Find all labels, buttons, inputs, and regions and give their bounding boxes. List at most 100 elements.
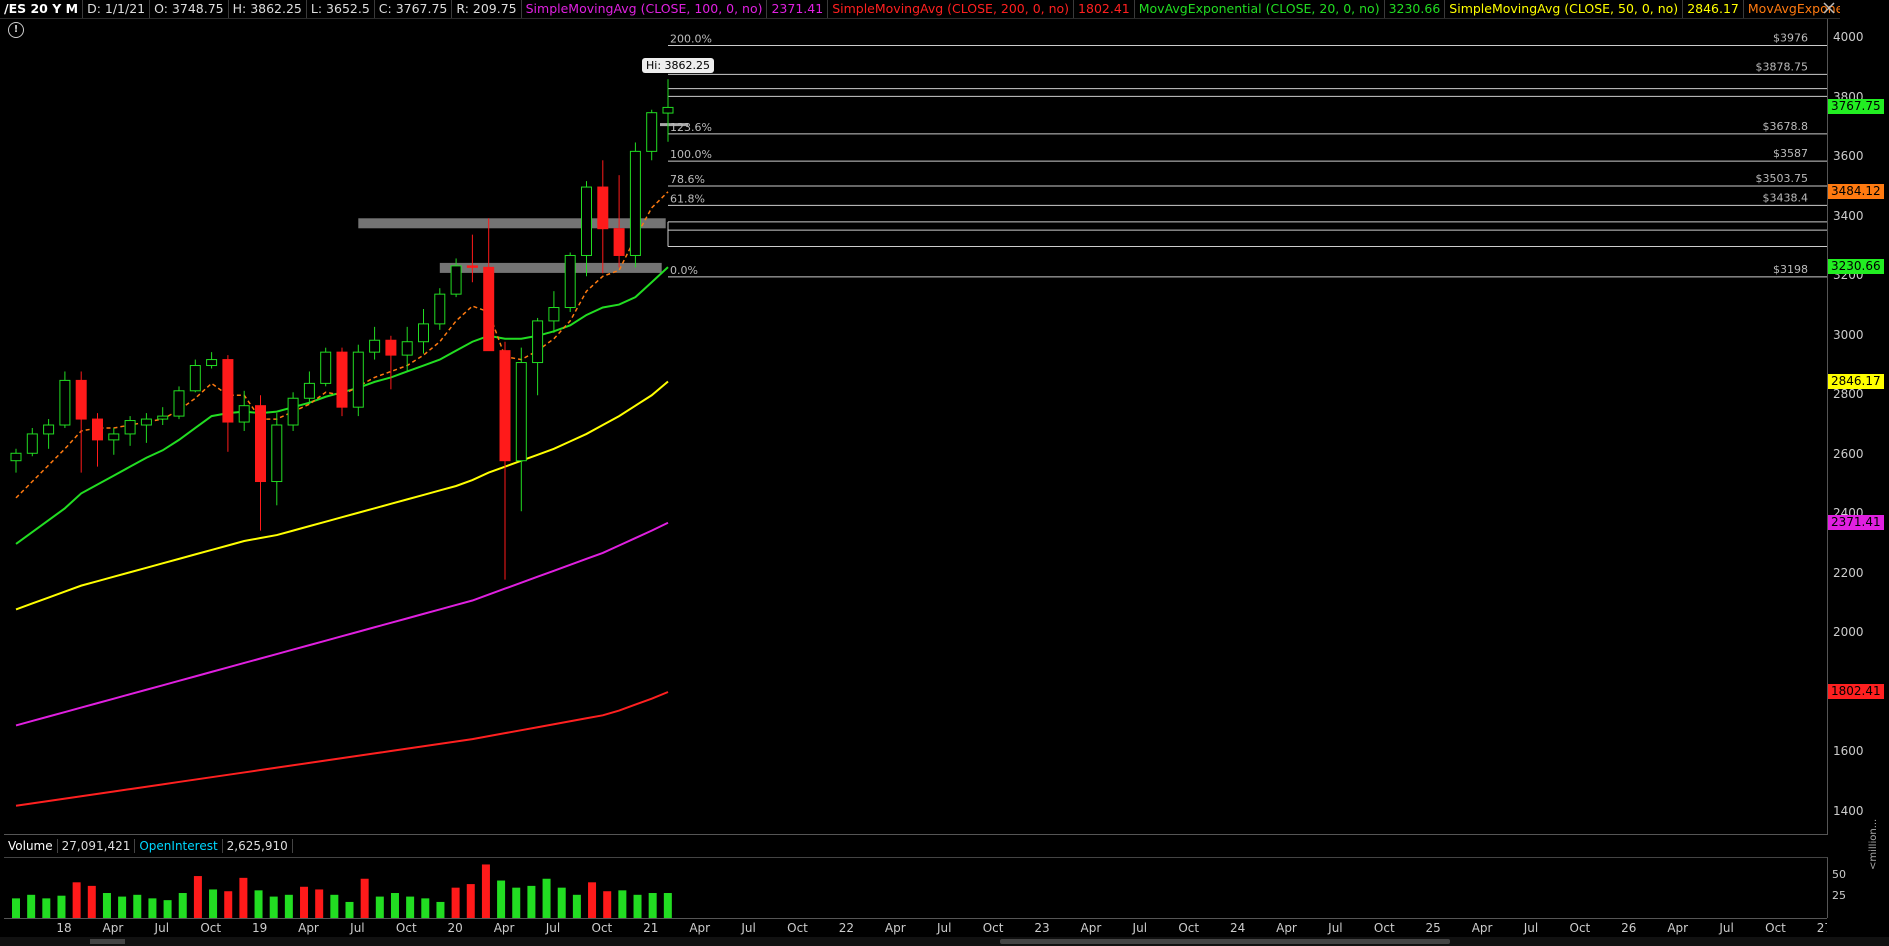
x-axis-tick: 18 xyxy=(56,921,71,935)
volume-bar xyxy=(603,891,612,918)
x-axis-tick: Jul xyxy=(1718,921,1733,935)
fib-percent-label: 123.6% xyxy=(670,121,712,134)
x-axis-tick: Apr xyxy=(885,921,906,935)
x-axis-tick: Jul xyxy=(349,921,364,935)
candle-body xyxy=(43,424,55,435)
x-axis-tick: Jul xyxy=(1327,921,1342,935)
volume-bar xyxy=(466,884,475,918)
fib-price-label: $3976 xyxy=(1773,31,1808,44)
volume-bar xyxy=(209,889,218,918)
x-axis-tick: Apr xyxy=(1276,921,1297,935)
price-chart[interactable]: 200.0% $3976 $3878.75 123.6% $3678.8 100.0% $3… xyxy=(4,19,1827,834)
y-axis-tick: 2800 xyxy=(1833,387,1864,402)
candle-body xyxy=(662,106,674,114)
x-axis-tick: Apr xyxy=(494,921,515,935)
fib-price-label: $3503.75 xyxy=(1756,172,1809,185)
candle-body xyxy=(450,265,462,295)
candle-body xyxy=(189,365,201,392)
volume-bar xyxy=(406,896,415,918)
price-panel[interactable]: 200.0% $3976 $3878.75 123.6% $3678.8 100.0% $3… xyxy=(4,19,1828,835)
candle-body xyxy=(140,418,152,426)
y-axis-tick: 2200 xyxy=(1833,565,1864,580)
candle-body xyxy=(206,359,218,367)
x-axis-tick: Oct xyxy=(1765,921,1786,935)
volume-axis-unit: <million... xyxy=(1868,818,1879,870)
candle-body xyxy=(287,397,299,426)
openinterest-label[interactable]: OpenInterest xyxy=(135,839,223,853)
volume-bar xyxy=(269,896,278,918)
candle-body xyxy=(581,186,592,256)
x-axis-tick: Apr xyxy=(1081,921,1102,935)
volume-label[interactable]: Volume xyxy=(4,839,58,853)
volume-value: 27,091,421 xyxy=(58,839,136,853)
volume-bar xyxy=(345,901,354,918)
horizontal-scrollbar[interactable] xyxy=(0,937,1889,946)
candle-body xyxy=(613,228,625,256)
volume-bar xyxy=(118,896,127,918)
low-readout: L: 3652.5 xyxy=(307,0,375,18)
chart-header: /ES 20 Y M D: 1/1/21 O: 3748.75 H: 3862.… xyxy=(0,0,1840,19)
fib-price-label: $3878.75 xyxy=(1756,60,1809,73)
candle-body xyxy=(515,362,527,462)
volume-axis-tick-25: 25 xyxy=(1832,889,1846,902)
scrollbar-thumb[interactable] xyxy=(1000,939,1450,944)
close-readout: C: 3767.75 xyxy=(375,0,453,18)
y-axis-tick: 4000 xyxy=(1833,30,1864,45)
x-axis[interactable]: 18 Apr Jul Oct 19 Apr Jul Oct 20 Apr Jul Oct 21 Apr Ju… xyxy=(4,918,1832,937)
volume-bar xyxy=(87,885,96,918)
y-axis-price-badge: 2846.17 xyxy=(1828,373,1884,389)
x-axis-tick: 23 xyxy=(1034,921,1049,935)
y-axis-tick: 1400 xyxy=(1833,803,1864,818)
study-sma100-label[interactable]: SimpleMovingAvg (CLOSE, 100, 0, no) xyxy=(522,0,768,18)
x-axis-tick: Jul xyxy=(545,921,560,935)
x-axis-tick: 24 xyxy=(1230,921,1245,935)
volume-bar xyxy=(284,894,293,918)
x-axis-tick: Apr xyxy=(298,921,319,935)
range-readout: R: 209.75 xyxy=(452,0,522,18)
candle-body xyxy=(271,424,283,483)
volume-bar xyxy=(330,894,339,918)
candle-body xyxy=(434,293,446,325)
volume-bar xyxy=(148,898,157,918)
volume-bar xyxy=(375,896,384,918)
candle-body xyxy=(92,418,103,441)
x-axis-tick: Apr xyxy=(1472,921,1493,935)
candle-body xyxy=(483,266,495,352)
fib-percent-label: 200.0% xyxy=(670,32,712,45)
candle-body xyxy=(303,382,315,399)
volume-bar xyxy=(163,900,172,918)
study-sma200-label[interactable]: SimpleMovingAvg (CLOSE, 200, 0, no) xyxy=(828,0,1075,18)
x-axis-tick: Jul xyxy=(740,921,755,935)
x-axis-tick: Jul xyxy=(936,921,951,935)
study-ema20-label[interactable]: MovAvgExponential (CLOSE, 20, 0, no) xyxy=(1135,0,1385,18)
y-axis-price-badge: 1802.41 xyxy=(1828,683,1884,699)
symbol-label[interactable]: /ES 20 Y M xyxy=(0,0,84,18)
y-axis-tick: 3000 xyxy=(1833,327,1864,342)
study-ema20-value: 3230.66 xyxy=(1385,0,1446,18)
fib-price-label: $3587 xyxy=(1773,147,1808,160)
volume-bar xyxy=(193,876,202,918)
volume-bar xyxy=(618,890,627,918)
candle-body xyxy=(26,433,38,454)
high-readout: H: 3862.25 xyxy=(229,0,307,18)
volume-chart[interactable] xyxy=(4,858,1827,918)
volume-bar xyxy=(451,887,460,918)
x-axis-tick: Oct xyxy=(592,921,613,935)
scrollbar-left-handle[interactable] xyxy=(90,939,125,944)
volume-bar xyxy=(72,882,81,918)
close-icon[interactable] xyxy=(1821,0,1841,18)
volume-bar xyxy=(239,877,248,918)
volume-bar xyxy=(481,864,490,918)
candle-body xyxy=(646,112,658,152)
x-axis-tick: Apr xyxy=(103,921,124,935)
study-sma50-label[interactable]: SimpleMovingAvg (CLOSE, 50, 0, no) xyxy=(1445,0,1684,18)
fib-percent-label: 0.0% xyxy=(670,264,698,277)
x-axis-tick: 19 xyxy=(252,921,267,935)
volume-bar xyxy=(663,893,672,918)
candle-body xyxy=(320,351,332,384)
alert-icon[interactable]: ! xyxy=(8,22,24,38)
candle-body xyxy=(173,390,185,417)
y-axis-price-badge: 2371.41 xyxy=(1828,514,1884,530)
volume-panel[interactable] xyxy=(4,857,1828,918)
x-axis-tick: 25 xyxy=(1426,921,1441,935)
